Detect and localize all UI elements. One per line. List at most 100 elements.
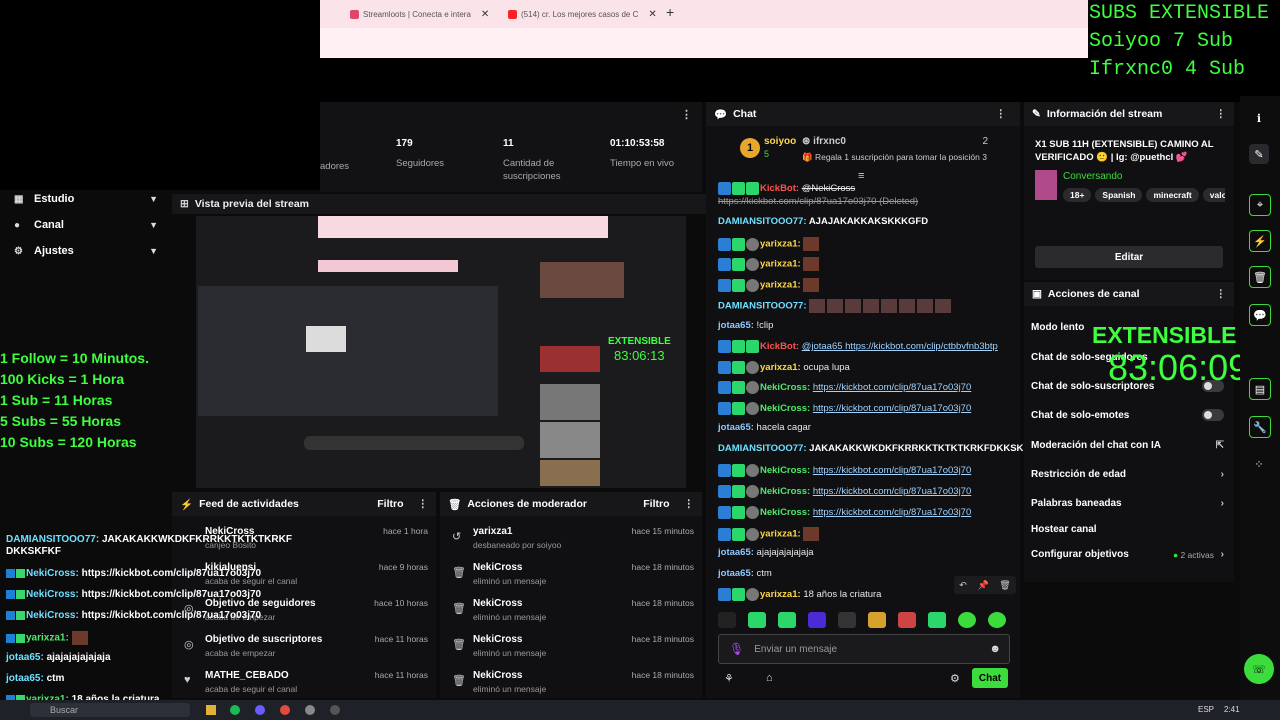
more-options-icon[interactable]: ⋮ <box>1216 288 1227 300</box>
browser-tab-streamloots[interactable]: Streamloots | Conecta e intera ✕ <box>350 6 489 22</box>
microphone-icon[interactable]: 🎙 <box>729 642 744 656</box>
spotify-icon[interactable] <box>230 705 240 715</box>
clock[interactable]: 2:41 <box>1224 705 1240 714</box>
action-ai-moderation[interactable]: Moderación del chat con IA ⇱ <box>1031 440 1224 451</box>
users-icon[interactable]: ⚘ <box>724 672 734 685</box>
emote-button[interactable] <box>778 612 796 628</box>
close-icon[interactable]: ✕ <box>481 9 489 20</box>
chat-icon[interactable]: 💬 <box>1249 304 1271 326</box>
feed-filter-button[interactable]: Filtro <box>377 498 403 510</box>
nav-item-estudio[interactable]: ▦ Estudio ▼ <box>0 186 172 212</box>
action-age-restriction[interactable]: Restricción de edad › <box>1031 469 1224 480</box>
apps-icon[interactable]: ⁘ <box>1249 454 1269 474</box>
gear-icon[interactable]: ⚙ <box>950 672 960 685</box>
send-chat-button[interactable]: Chat <box>972 668 1008 688</box>
chat-link[interactable]: https://kickbot.com/clip/87ua17o03j70 <box>813 507 971 518</box>
taskbar-search[interactable]: Buscar <box>30 703 190 717</box>
more-options-icon[interactable]: ⋮ <box>684 498 695 510</box>
action-host-channel[interactable]: Hostear canal <box>1031 524 1224 535</box>
chat-user[interactable]: KickBot: <box>760 183 799 194</box>
pin-icon[interactable]: ≡ <box>858 170 864 182</box>
chat-user[interactable]: NekiCross: <box>760 403 810 414</box>
bolt-icon[interactable]: ⚡ <box>1249 230 1271 252</box>
nav-item-ajustes[interactable]: ⚙ Ajustes ▼ <box>0 238 172 264</box>
nav-label: Ajustes <box>34 245 74 257</box>
emote-button[interactable] <box>868 612 886 628</box>
layout-icon[interactable]: ▤ <box>1249 378 1271 400</box>
reply-icon[interactable]: ↶ <box>959 580 967 591</box>
more-options-icon[interactable]: ⋮ <box>418 498 429 510</box>
external-link-icon: ⇱ <box>1215 440 1224 451</box>
chat-user[interactable]: DAMIANSITOOO77: <box>718 443 807 454</box>
chat-user[interactable]: yarixza1: <box>760 589 801 600</box>
language-indicator[interactable]: ESP <box>1198 705 1214 714</box>
gift-cta[interactable]: 🎁 Regala 1 suscripción para tomar la pos… <box>802 152 987 163</box>
chat-text: hacela cagar <box>756 422 811 433</box>
edit-button[interactable]: Editar <box>1035 246 1223 268</box>
chat-user[interactable]: DAMIANSITOOO77: <box>718 301 807 312</box>
chat-user[interactable]: jotaa65: <box>718 547 754 558</box>
action-configure-goals[interactable]: Configurar objetivos ● 2 activas › <box>1031 549 1224 560</box>
chat-link[interactable]: https://kickbot.com/clip/87ua17o03j70 <box>813 382 971 393</box>
more-options-icon[interactable]: ⋮ <box>681 108 692 121</box>
emote-button[interactable] <box>748 612 766 628</box>
app-icon[interactable] <box>305 705 315 715</box>
chat-user[interactable]: NekiCross: <box>760 465 810 476</box>
emote-button[interactable] <box>898 612 916 628</box>
chat-user[interactable]: DAMIANSITOOO77: <box>718 216 807 227</box>
emote-button[interactable] <box>988 612 1006 628</box>
chat-user[interactable]: jotaa65: <box>718 320 754 331</box>
delete-icon[interactable]: 🗑 <box>999 580 1010 591</box>
discord-icon[interactable] <box>255 705 265 715</box>
emote-button[interactable] <box>958 612 976 628</box>
more-options-icon[interactable]: ⋮ <box>996 108 1007 120</box>
chat-input[interactable]: 🎙 Enviar un mensaje ☻ <box>718 634 1010 664</box>
mod-filter-button[interactable]: Filtro <box>643 498 669 510</box>
chat-user[interactable]: yarixza1: <box>760 362 801 373</box>
chat-link[interactable]: https://kickbot.com/clip/87ua17o03j70 <box>813 486 971 497</box>
action-banned-words[interactable]: Palabras baneadas › <box>1031 498 1224 509</box>
info-icon[interactable]: ℹ <box>1249 108 1269 128</box>
chrome-icon[interactable] <box>280 705 290 715</box>
more-options-icon[interactable]: ⋮ <box>1216 108 1227 120</box>
store-icon[interactable]: ⌂ <box>766 672 773 684</box>
badge-icon <box>746 402 759 415</box>
chat-user[interactable]: jotaa65: <box>718 422 754 433</box>
chat-user[interactable]: yarixza1: <box>760 280 801 291</box>
pencil-icon[interactable]: ✎ <box>1249 144 1269 164</box>
chat-user[interactable]: yarixza1: <box>760 529 801 540</box>
browser-tab-youtube[interactable]: (514) cr. Los mejores casos de C ✕ <box>508 6 657 22</box>
chat-user[interactable]: NekiCross: <box>760 382 810 393</box>
chat-link[interactable]: @jotaa65 https://kickbot.com/clip/ctbbvf… <box>802 341 998 352</box>
mod-row-time: hace 18 minutos <box>631 598 694 608</box>
chat-text: ocupa lupa <box>803 362 850 374</box>
trash-icon[interactable]: 🗑 <box>1249 266 1271 288</box>
emoji-icon[interactable]: ☻ <box>989 643 1001 655</box>
chat-user[interactable]: yarixza1: <box>760 259 801 270</box>
close-icon[interactable]: ✕ <box>648 9 656 20</box>
emote-button[interactable] <box>718 612 736 628</box>
obs-icon[interactable] <box>330 705 340 715</box>
stream-preview[interactable]: EXTENSIBLE 83:06:13 <box>196 216 686 488</box>
action-emotes-only[interactable]: Chat de solo-emotes <box>1031 409 1224 421</box>
chat-link[interactable]: https://kickbot.com/clip/87ua17o03j70 <box>813 403 971 414</box>
wrench-icon[interactable]: 🔧 <box>1249 416 1271 438</box>
preview-thumb <box>540 262 624 298</box>
mod-row-title: NekiCross <box>473 670 523 681</box>
chat-user[interactable]: NekiCross: <box>760 507 810 518</box>
chat-user[interactable]: yarixza1: <box>760 239 801 250</box>
nav-item-canal[interactable]: ● Canal ▼ <box>0 212 172 238</box>
folder-icon[interactable] <box>206 705 216 715</box>
emote-button[interactable] <box>808 612 826 628</box>
target-icon[interactable]: ⌖ <box>1249 194 1271 216</box>
chat-user[interactable]: jotaa65: <box>718 568 754 579</box>
chat-link[interactable]: https://kickbot.com/clip/87ua17o03j70 <box>813 465 971 476</box>
emote-button[interactable] <box>928 612 946 628</box>
chat-user[interactable]: KickBot: <box>760 341 799 352</box>
pin-message-icon[interactable]: 📌 <box>977 580 988 591</box>
new-tab-button[interactable]: + <box>666 4 674 20</box>
chat-user[interactable]: NekiCross: <box>760 486 810 497</box>
toggle-switch[interactable] <box>1202 409 1224 421</box>
help-button-icon[interactable]: ☏ <box>1244 654 1274 684</box>
emote-button[interactable] <box>838 612 856 628</box>
